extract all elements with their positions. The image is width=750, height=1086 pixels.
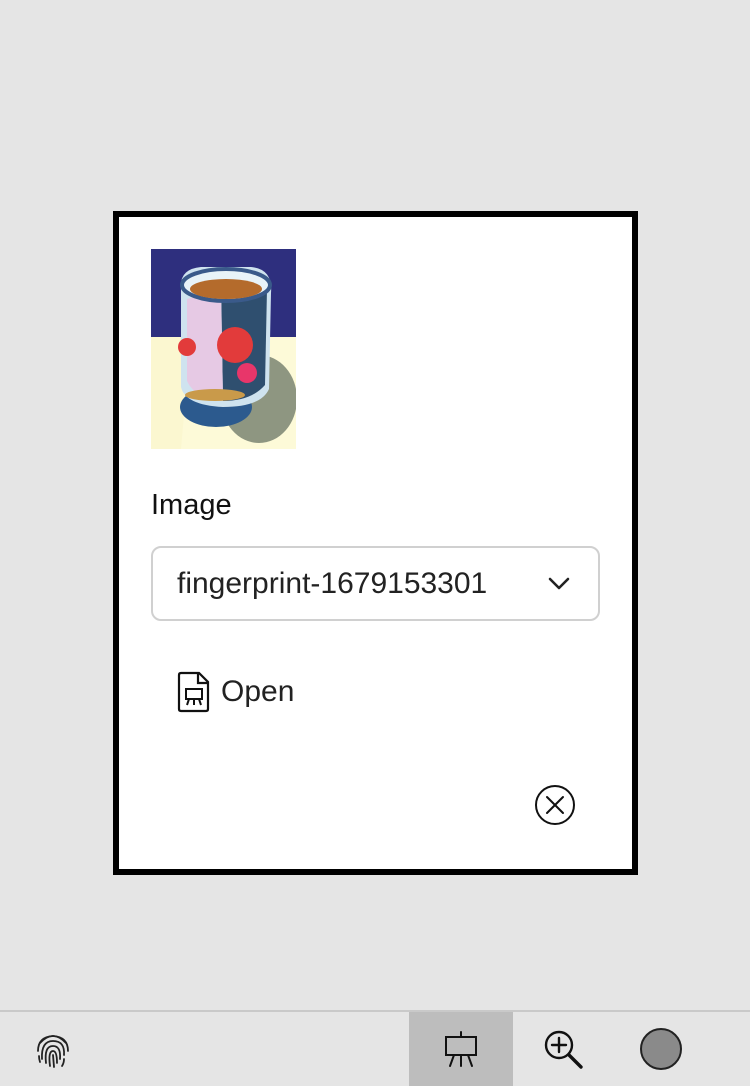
bottom-toolbar: [0, 1010, 750, 1086]
chevron-down-icon: [548, 577, 570, 589]
open-button[interactable]: Open: [177, 671, 294, 713]
file-image-icon: [177, 671, 210, 713]
close-circle-icon[interactable]: [532, 782, 578, 828]
easel-tab[interactable]: [409, 1012, 513, 1086]
profile-button[interactable]: [636, 1012, 686, 1086]
image-select-value: fingerprint-1679153301: [177, 566, 488, 600]
image-thumbnail: [151, 249, 296, 449]
image-field-label: Image: [151, 489, 232, 521]
zoom-in-icon: [544, 1030, 583, 1069]
avatar: [640, 1028, 682, 1070]
open-button-label: Open: [221, 675, 295, 708]
image-dialog: Image fingerprint-1679153301 Open: [113, 211, 638, 875]
image-select[interactable]: fingerprint-1679153301: [151, 546, 600, 621]
easel-icon: [445, 1031, 477, 1067]
fingerprint-button[interactable]: [28, 1012, 78, 1086]
fingerprint-icon: [37, 1035, 69, 1068]
zoom-in-button[interactable]: [538, 1012, 588, 1086]
